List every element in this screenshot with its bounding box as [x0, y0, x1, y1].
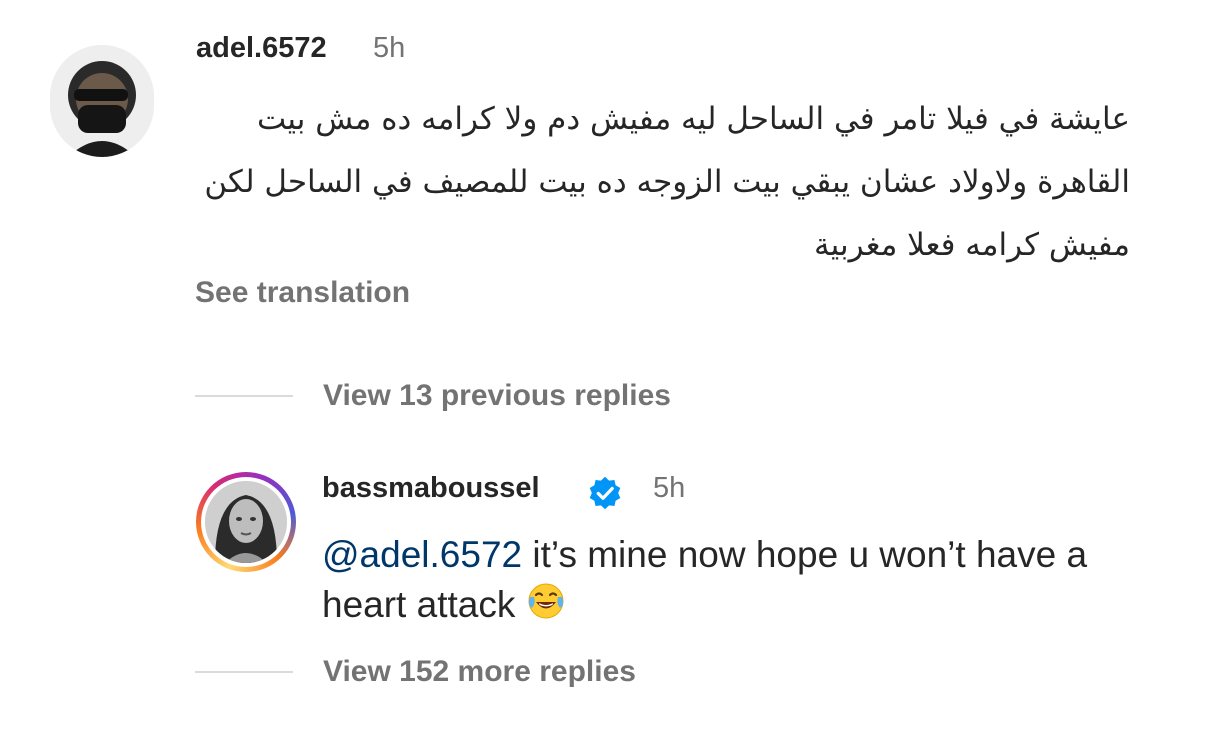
see-translation-link[interactable]: See translation: [195, 276, 410, 310]
mention-link[interactable]: @adel.6572: [322, 534, 522, 575]
comment-time: 5h: [373, 32, 406, 64]
view-more-replies-label: View 152 more replies: [323, 655, 636, 688]
view-previous-replies-button[interactable]: View 13 previous replies: [195, 379, 671, 413]
reply-text: @adel.6572 it’s mine now hope u won’t ha…: [322, 530, 1142, 630]
reply-time: 5h: [653, 472, 686, 504]
avatar-bassmaboussel[interactable]: [196, 472, 296, 572]
verified-badge-icon: [589, 476, 621, 510]
divider-line: [195, 671, 293, 673]
comment-username[interactable]: adel.6572: [196, 32, 327, 65]
divider-line: [195, 395, 293, 397]
face-with-tears-of-joy-icon: [528, 583, 564, 619]
comment-text: عايشة في فيلا تامر في الساحل ليه مفيش دم…: [204, 101, 1130, 263]
reply-username[interactable]: bassmaboussel: [322, 472, 540, 505]
avatar-adel[interactable]: [50, 45, 154, 157]
profile-photo-icon: [205, 481, 287, 563]
view-previous-replies-label: View 13 previous replies: [323, 379, 671, 412]
profile-photo-icon: [50, 45, 154, 157]
view-more-replies-button[interactable]: View 152 more replies: [195, 655, 636, 689]
